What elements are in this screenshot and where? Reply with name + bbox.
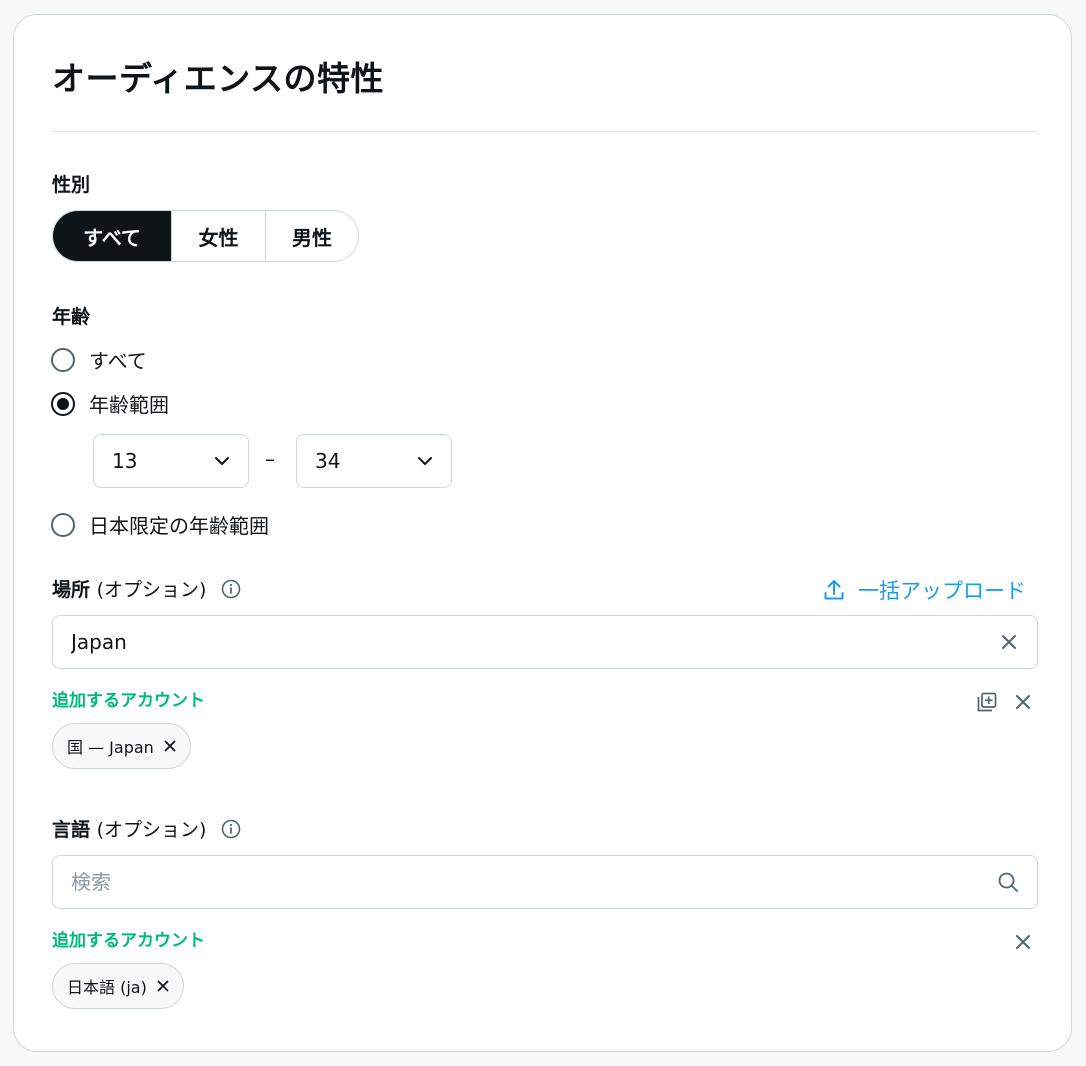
- language-search-input[interactable]: [71, 870, 997, 894]
- close-icon: [1016, 935, 1030, 949]
- age-option-range[interactable]: 年齢範囲: [51, 389, 169, 418]
- audience-card: オーディエンスの特性 性別 すべて 女性 男性 年齢 すべて 年齢範囲 13 –…: [13, 14, 1072, 1052]
- location-input[interactable]: [71, 630, 999, 654]
- age-option-all[interactable]: すべて: [51, 345, 147, 374]
- location-clear-all-button[interactable]: [1013, 692, 1033, 712]
- remove-language-chip-button[interactable]: [155, 978, 171, 994]
- age-max-value: 34: [315, 449, 341, 473]
- title-divider: [52, 131, 1038, 132]
- gender-option-male[interactable]: 男性: [265, 211, 358, 261]
- info-icon[interactable]: [221, 819, 241, 839]
- language-search-field: [52, 855, 1038, 909]
- clear-location-button[interactable]: [999, 632, 1019, 652]
- radio-unchecked-icon: [51, 347, 75, 372]
- close-icon: [1016, 695, 1030, 709]
- age-option-japan-range[interactable]: 日本限定の年齢範囲: [51, 510, 269, 539]
- location-optional-text: (オプション): [96, 579, 207, 601]
- radio-unchecked-icon: [51, 512, 75, 537]
- age-min-value: 13: [112, 449, 138, 473]
- gender-option-female[interactable]: 女性: [171, 211, 265, 261]
- chevron-down-icon: [215, 457, 229, 465]
- location-chip: 国 — Japan: [52, 723, 191, 769]
- remove-location-chip-button[interactable]: [162, 738, 178, 754]
- gender-label: 性別: [52, 174, 91, 196]
- radio-checked-icon: [51, 391, 75, 416]
- language-label-text: 言語: [52, 819, 91, 841]
- age-min-select[interactable]: 13: [93, 434, 249, 488]
- location-copy-button[interactable]: [976, 691, 998, 713]
- location-added-label: 追加するアカウント: [52, 691, 205, 711]
- age-label: 年齢: [52, 306, 91, 328]
- page-title: オーディエンスの特性: [52, 59, 385, 98]
- upload-icon: [824, 580, 844, 600]
- chevron-down-icon: [418, 457, 432, 465]
- language-added-label: 追加するアカウント: [52, 931, 205, 951]
- language-optional-text: (オプション): [96, 819, 207, 841]
- gender-option-all[interactable]: すべて: [53, 211, 171, 261]
- age-max-select[interactable]: 34: [296, 434, 452, 488]
- language-search-button[interactable]: [997, 871, 1019, 893]
- age-range-separator: –: [265, 447, 275, 471]
- location-input-field: [52, 615, 1038, 669]
- age-option-all-label: すべて: [89, 349, 147, 373]
- close-icon: [164, 740, 176, 752]
- bulk-upload-label: 一括アップロード: [858, 579, 1026, 603]
- age-option-japan-range-label: 日本限定の年齢範囲: [89, 514, 269, 538]
- gender-segmented-control: すべて 女性 男性: [52, 210, 359, 262]
- age-option-range-label: 年齢範囲: [89, 393, 169, 417]
- language-clear-all-button[interactable]: [1013, 932, 1033, 952]
- language-label: 言語 (オプション): [52, 815, 241, 842]
- close-icon: [1002, 635, 1016, 649]
- bulk-upload-link[interactable]: 一括アップロード: [822, 575, 1026, 605]
- location-label: 場所 (オプション): [52, 575, 241, 602]
- close-icon: [157, 980, 169, 992]
- language-chip: 日本語 (ja): [52, 963, 184, 1009]
- language-chip-label: 日本語 (ja): [67, 978, 147, 997]
- location-chip-label: 国 — Japan: [67, 738, 154, 757]
- info-icon[interactable]: [221, 579, 241, 599]
- copy-add-icon: [977, 692, 997, 712]
- location-label-text: 場所: [52, 579, 91, 601]
- search-icon: [998, 872, 1018, 892]
